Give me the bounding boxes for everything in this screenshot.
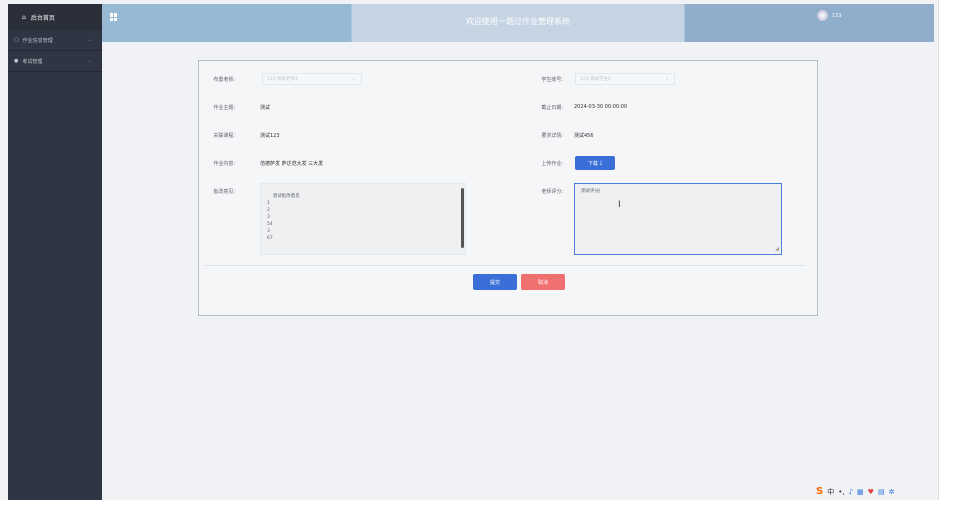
deadline-value: 2024-03-30 00:00:00 — [574, 104, 628, 110]
feedback-textarea[interactable]: 测试批改意见 1 2 3 54 3 67 — [260, 183, 466, 255]
submit-button[interactable]: 提交 — [473, 274, 517, 290]
punctuation-icon[interactable]: •, — [838, 488, 844, 496]
content-value: 范德萨发 萨达范大发 三大发 — [260, 161, 324, 167]
skin-icon[interactable]: ♥ — [868, 488, 874, 496]
score-textarea[interactable]: 测试评分| ◢ — [574, 183, 782, 255]
form-divider — [205, 265, 805, 266]
tools-icon[interactable]: ▤ — [878, 488, 885, 496]
subject-value: 测试 — [260, 105, 271, 111]
cancel-button[interactable]: 取消 — [521, 274, 565, 290]
text-cursor-icon: I — [618, 200, 621, 210]
microphone-icon[interactable]: ♪ — [849, 488, 853, 496]
score-label: 老师评分: — [541, 189, 563, 195]
teacher-select-value: 123 测试老师1 — [267, 77, 298, 82]
chevron-down-icon: ⌄ — [87, 58, 92, 64]
sidebar-item-label: 作业信息管理 — [22, 37, 53, 44]
feedback-label: 批改意见: — [213, 189, 235, 195]
document-icon: ▢ — [14, 37, 19, 43]
download-button[interactable]: 下载 ⤓ — [575, 156, 615, 170]
brand-label: 后台首页 — [30, 14, 55, 22]
page-title: 欢迎使用一题过作业管理系统 — [466, 17, 570, 26]
sidebar-item-exam[interactable]: ● 考试管理 ⌄ — [8, 51, 102, 72]
teacher-select[interactable]: 123 测试老师1 ⌄ — [262, 73, 362, 85]
avatar — [817, 10, 828, 21]
sogou-logo-icon: S — [816, 486, 824, 497]
keyboard-icon[interactable]: ▦ — [857, 488, 864, 496]
chinese-mode-icon[interactable]: 中 — [827, 487, 834, 497]
chevron-down-icon: ⌄ — [664, 76, 669, 82]
student-select-value: 123 测试学生1 — [580, 77, 611, 82]
deadline-label: 截止日期: — [541, 105, 563, 111]
score-text: 测试评分 — [581, 189, 599, 194]
chevron-down-icon: ⌄ — [87, 37, 92, 43]
sidebar-brand[interactable]: ⌂ 后台首页 — [8, 4, 102, 30]
sidebar: ⌂ 后台首页 ▢ 作业信息管理 ⌄ ● 考试管理 ⌄ — [8, 4, 102, 500]
ime-toolbar[interactable]: S 中 •, ♪ ▦ ♥ ▤ ✲ — [816, 486, 894, 497]
student-select[interactable]: 123 测试学生1 ⌄ — [575, 73, 675, 85]
sidebar-item-homework[interactable]: ▢ 作业信息管理 ⌄ — [8, 30, 102, 51]
settings-icon[interactable]: ✲ — [889, 488, 895, 496]
sidebar-item-label: 考试管理 — [22, 58, 43, 65]
content-label: 作业内容: — [213, 161, 235, 167]
user-menu[interactable]: 123 — [817, 10, 842, 21]
upload-label: 上传作业: — [541, 161, 563, 167]
download-button-label: 下载 — [587, 160, 598, 167]
feedback-text: 测试批改意见 1 2 3 54 3 67 — [267, 194, 300, 241]
resize-handle-icon[interactable]: ◢ — [775, 246, 779, 252]
home-icon: ⌂ — [22, 13, 26, 21]
app-window: ⌂ 后台首页 ▢ 作业信息管理 ⌄ ● 考试管理 ⌄ 欢迎使用一题过作业管理系统… — [0, 0, 939, 500]
requirement-value: 测试456 — [574, 133, 594, 139]
pin-icon: ● — [14, 58, 19, 64]
scrollbar[interactable] — [461, 188, 464, 248]
chevron-down-icon: ⌄ — [351, 76, 356, 82]
course-value: 测试123 — [260, 133, 280, 139]
username: 123 — [832, 12, 842, 19]
course-label: 关联课程: — [213, 133, 235, 139]
text-caret: | — [599, 189, 601, 194]
download-icon: ⤓ — [599, 160, 603, 166]
subject-label: 作业主题: — [213, 105, 235, 111]
requirement-label: 要求详情: — [541, 133, 563, 139]
teacher-label: 布置老师: — [213, 77, 235, 83]
top-header: 欢迎使用一题过作业管理系统 123 — [102, 4, 934, 42]
student-label: 学生账号: — [541, 77, 563, 83]
